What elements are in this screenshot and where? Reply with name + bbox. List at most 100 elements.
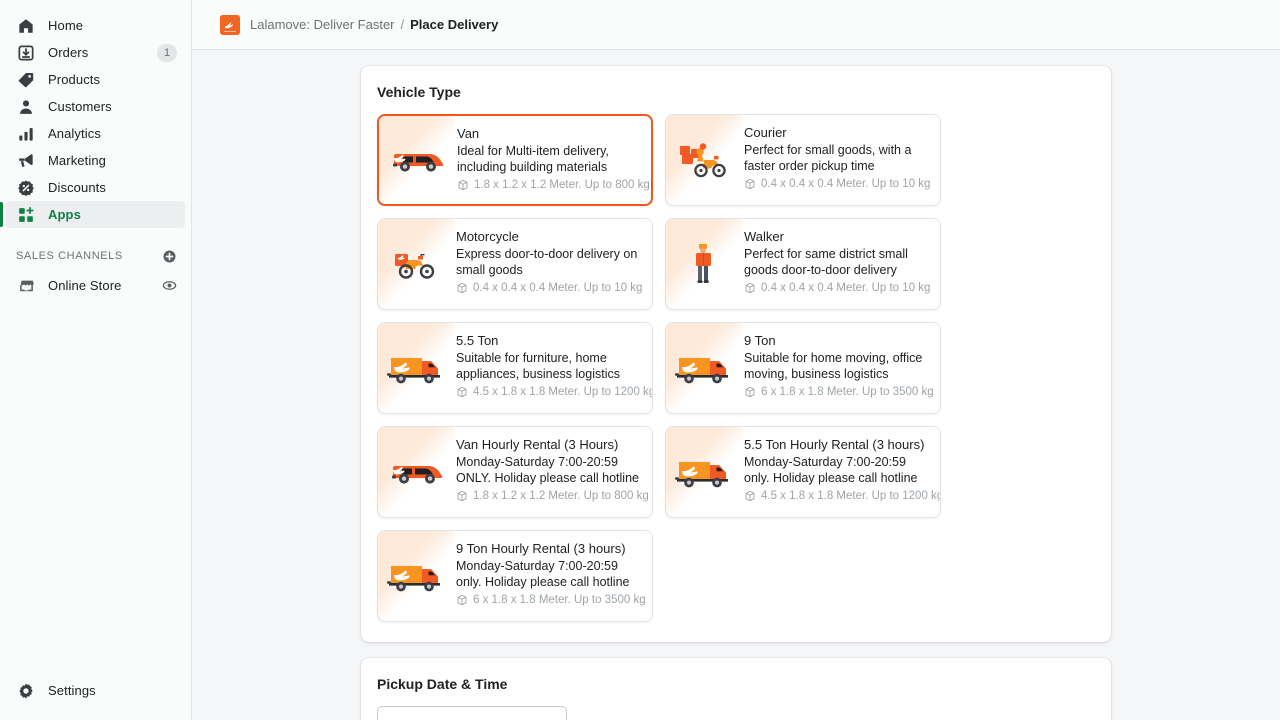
vehicle-card[interactable]: Van Hourly Rental (3 Hours) Monday-Saturd…	[377, 426, 653, 518]
analytics-bars-icon	[16, 124, 36, 144]
discounts-percent-icon	[16, 178, 36, 198]
vehicle-card-body: 5.5 TonSuitable for furniture, home appl…	[454, 323, 652, 413]
walker-illustration-icon	[666, 219, 742, 309]
vehicle-type-panel: Vehicle Type VanIdeal for Multi-item del…	[361, 66, 1111, 642]
package-box-icon	[457, 179, 469, 191]
topbar: Lalamove: Deliver Faster / Place Deliver…	[192, 0, 1280, 50]
vehicle-description: Suitable for home moving, office moving,…	[744, 351, 930, 382]
package-box-icon	[456, 594, 468, 606]
apps-grid-plus-icon	[16, 205, 36, 225]
vehicle-description: Perfect for same district small goods do…	[744, 247, 930, 278]
eye-icon[interactable]	[162, 278, 177, 293]
customers-person-icon	[16, 97, 36, 117]
sidebar-item-apps[interactable]: Apps	[6, 201, 185, 228]
vehicle-description: Express door-to-door delivery on small g…	[456, 247, 642, 278]
vehicle-card-body: 9 Ton Suitable for home moving, office mo…	[742, 323, 940, 413]
package-box-icon	[456, 282, 468, 294]
vehicle-spec-row: 6 x 1.8 x 1.8 Meter. Up to 3500 kg	[744, 385, 930, 399]
vehicle-spec-row: 4.5 x 1.8 x 1.8 Meter. Up to 1200 kg	[456, 385, 642, 399]
sidebar-item-discounts[interactable]: Discounts	[6, 174, 185, 201]
vehicle-card[interactable]: Walker Perfect for same district small go…	[665, 218, 941, 310]
content-column: Vehicle Type VanIdeal for Multi-item del…	[361, 50, 1111, 720]
vehicle-name: Walker	[744, 229, 930, 245]
van-illustration-icon	[378, 427, 454, 517]
vehicle-card[interactable]: 9 Ton Suitable for home moving, office mo…	[665, 322, 941, 414]
app-root: Home Orders1 Products CustomersAnalytics Mar…	[0, 0, 1280, 720]
sidebar-item-customers[interactable]: Customers	[6, 93, 185, 120]
vehicle-name: Van	[457, 126, 641, 142]
sidebar-item-label: Products	[48, 72, 100, 87]
vehicle-spec-row: 6 x 1.8 x 1.8 Meter. Up to 3500 kg	[456, 593, 642, 607]
settings-label: Settings	[48, 683, 96, 698]
vehicle-card[interactable]: 5.5 Ton Hourly Rental (3 hours)Monday-Sa…	[665, 426, 941, 518]
sidebar-item-label: Home	[48, 18, 83, 33]
orders-icon	[16, 43, 36, 63]
breadcrumb-current-page: Place Delivery	[410, 17, 498, 32]
online-store-label: Online Store	[48, 278, 121, 293]
package-box-icon	[744, 282, 756, 294]
sidebar-item-home[interactable]: Home	[6, 12, 185, 39]
vehicle-spec-text: 1.8 x 1.2 x 1.2 Meter. Up to 800 kg	[474, 178, 650, 192]
vehicle-card[interactable]: 9 Ton Hourly Rental (3 hours) Monday-Satu…	[377, 530, 653, 622]
vehicle-name: 5.5 Ton	[456, 333, 642, 349]
vehicle-spec-text: 0.4 x 0.4 x 0.4 Meter. Up to 10 kg	[473, 281, 642, 295]
breadcrumb-app-name[interactable]: Lalamove: Deliver Faster	[250, 17, 395, 32]
vehicle-spec-row: 1.8 x 1.2 x 1.2 Meter. Up to 800 kg	[457, 178, 641, 192]
sidebar-item-settings[interactable]: Settings	[6, 677, 185, 704]
settings-section: Settings	[0, 677, 191, 720]
vehicle-name: Van Hourly Rental (3 Hours)	[456, 437, 642, 453]
package-box-icon	[744, 178, 756, 190]
vehicle-card-body: 5.5 Ton Hourly Rental (3 hours)Monday-Sa…	[742, 427, 940, 501]
truck-illustration-icon	[666, 427, 742, 517]
sidebar-item-badge: 1	[157, 44, 177, 62]
vehicle-spec-row: 4.5 x 1.8 x 1.8 Meter. Up to 1200 kg	[744, 489, 930, 501]
vehicle-description: Monday-Saturday 7:00-20:59 only. Holiday…	[744, 455, 930, 486]
vehicle-spec-text: 6 x 1.8 x 1.8 Meter. Up to 3500 kg	[761, 385, 934, 399]
vehicle-description: Ideal for Multi-item delivery, including…	[457, 144, 641, 175]
sidebar-item-products[interactable]: Products	[6, 66, 185, 93]
package-box-icon	[456, 386, 468, 398]
pickup-datetime-panel: Pickup Date & Time	[361, 658, 1111, 720]
sidebar: Home Orders1 Products CustomersAnalytics Mar…	[0, 0, 192, 720]
vehicle-spec-row: 0.4 x 0.4 x 0.4 Meter. Up to 10 kg	[744, 281, 930, 295]
motorcycle-illustration-icon	[378, 219, 454, 309]
pickup-date-input[interactable]	[377, 706, 567, 720]
sidebar-item-analytics[interactable]: Analytics	[6, 120, 185, 147]
vehicle-spec-row: 0.4 x 0.4 x 0.4 Meter. Up to 10 kg	[744, 177, 930, 191]
truck-illustration-icon	[378, 323, 454, 413]
home-icon	[16, 16, 36, 36]
vehicle-spec-row: 0.4 x 0.4 x 0.4 Meter. Up to 10 kg	[456, 281, 642, 295]
sales-channels-label: SALES CHANNELS	[16, 250, 123, 262]
vehicle-name: 9 Ton Hourly Rental (3 hours)	[456, 541, 642, 557]
package-box-icon	[456, 490, 468, 502]
vehicle-spec-text: 6 x 1.8 x 1.8 Meter. Up to 3500 kg	[473, 593, 646, 607]
truck-illustration-icon	[666, 323, 742, 413]
breadcrumb-separator: /	[401, 17, 405, 32]
vehicle-card-body: 9 Ton Hourly Rental (3 hours) Monday-Satu…	[454, 531, 652, 621]
vehicle-spec-text: 0.4 x 0.4 x 0.4 Meter. Up to 10 kg	[761, 177, 930, 191]
sidebar-item-online-store[interactable]: Online Store	[6, 272, 185, 299]
vehicle-grid: Van Ideal for Multi-item delivery, includ…	[377, 114, 1095, 622]
vehicle-card[interactable]: 5.5 TonSuitable for furniture, home appl…	[377, 322, 653, 414]
vehicle-card-body: Van Ideal for Multi-item delivery, includ…	[455, 116, 651, 204]
main-area: Lalamove: Deliver Faster / Place Deliver…	[192, 0, 1280, 720]
sidebar-item-marketing[interactable]: Marketing	[6, 147, 185, 174]
store-icon	[16, 276, 36, 296]
pickup-datetime-title: Pickup Date & Time	[377, 676, 1095, 692]
vehicle-card[interactable]: CourierPerfect for small goods, with a f…	[665, 114, 941, 206]
sidebar-item-orders[interactable]: Orders1	[6, 39, 185, 66]
content-scroll: Vehicle Type VanIdeal for Multi-item del…	[192, 50, 1280, 720]
lalamove-logo-icon	[220, 15, 240, 35]
vehicle-name: 9 Ton	[744, 333, 930, 349]
plus-circle-icon[interactable]	[162, 249, 177, 264]
vehicle-card[interactable]: Van Ideal for Multi-item delivery, includ…	[377, 114, 653, 206]
truck-illustration-icon	[378, 531, 454, 621]
sidebar-nav-list: Home Orders1 Products CustomersAnalytics Mar…	[0, 12, 191, 228]
vehicle-description: Monday-Saturday 7:00-20:59 ONLY. Holiday…	[456, 455, 642, 486]
sidebar-item-label: Marketing	[48, 153, 106, 168]
vehicle-description: Monday-Saturday 7:00-20:59 only. Holiday…	[456, 559, 642, 590]
vehicle-spec-text: 0.4 x 0.4 x 0.4 Meter. Up to 10 kg	[761, 281, 930, 295]
vehicle-card[interactable]: MotorcycleExpress door-to-door delivery …	[377, 218, 653, 310]
vehicle-spec-text: 1.8 x 1.2 x 1.2 Meter. Up to 800 kg	[473, 489, 649, 503]
vehicle-card-body: Van Hourly Rental (3 Hours) Monday-Saturd…	[454, 427, 652, 517]
